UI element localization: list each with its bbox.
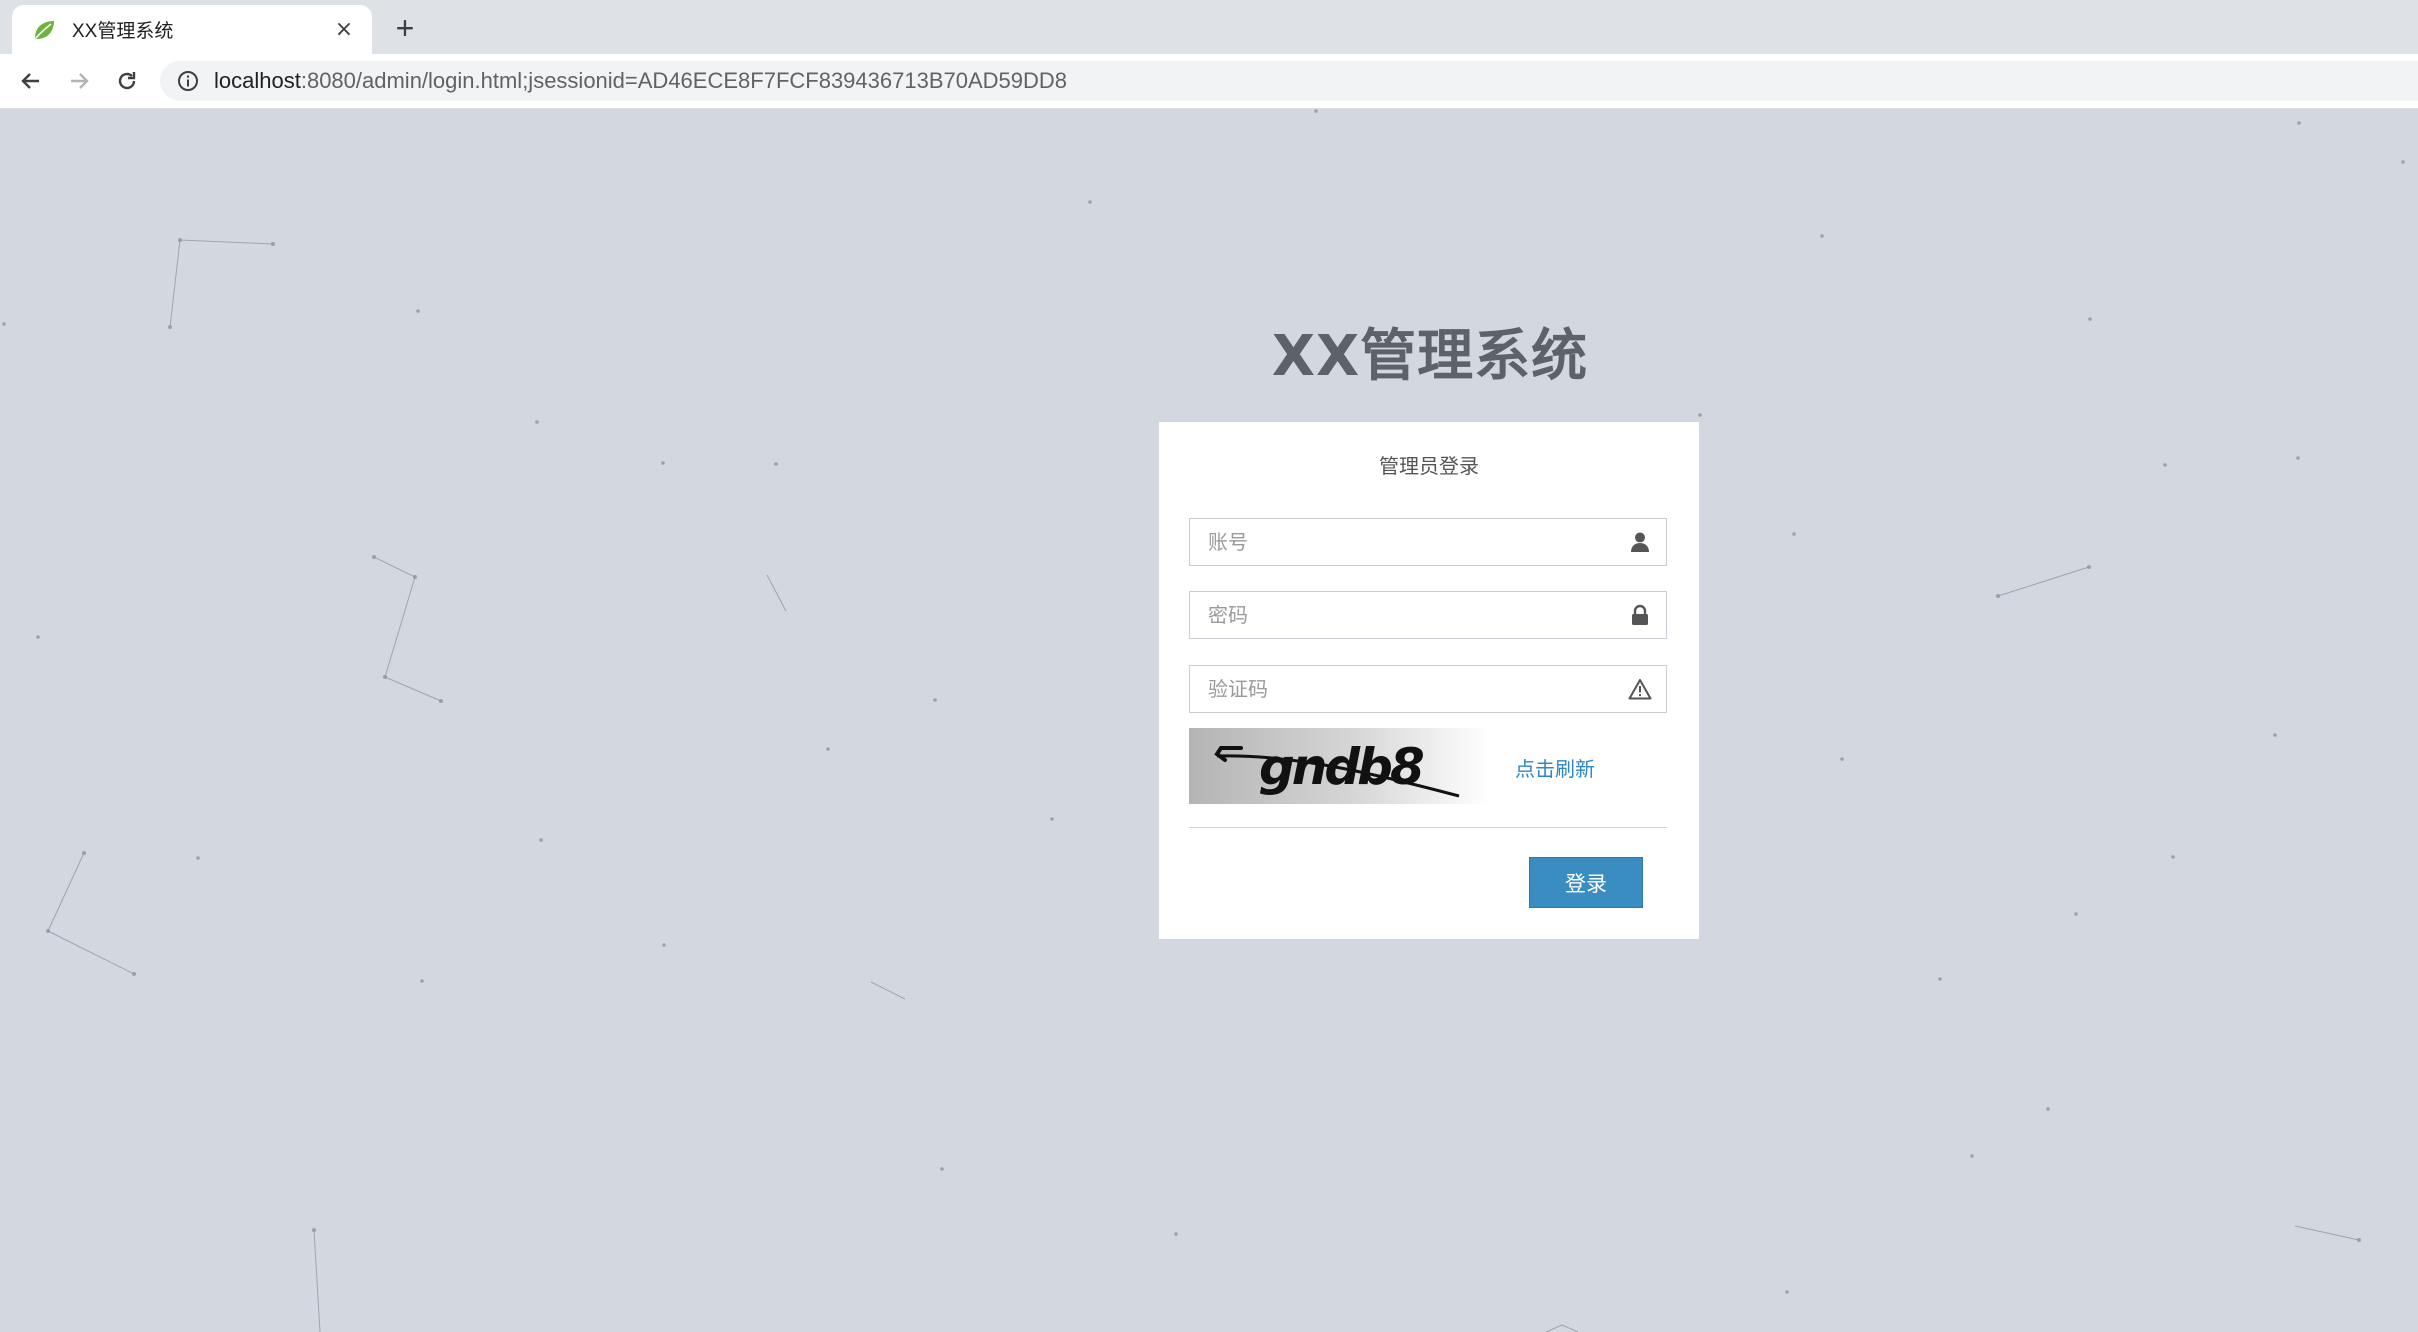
url-path: :8080/admin/login.html;jsessionid=AD46EC… bbox=[300, 68, 1068, 93]
back-arrow-icon[interactable] bbox=[14, 64, 48, 98]
refresh-captcha-link[interactable]: 点击刷新 bbox=[1515, 753, 1595, 782]
password-input[interactable] bbox=[1190, 592, 1614, 638]
captcha-image[interactable]: gndb8 bbox=[1189, 728, 1489, 804]
captcha-input[interactable] bbox=[1190, 666, 1614, 712]
username-field bbox=[1189, 518, 1667, 566]
forward-arrow-icon[interactable] bbox=[62, 64, 96, 98]
browser-tabstrip: XX管理系统 × + bbox=[0, 0, 2418, 54]
card-divider bbox=[1189, 827, 1667, 828]
login-button[interactable]: 登录 bbox=[1529, 857, 1643, 908]
login-card: 管理员登录 账号 验证码 gndb8 点击刷新 登录 bbox=[1159, 422, 1699, 939]
captcha-field bbox=[1189, 665, 1667, 713]
browser-toolbar: localhost:8080/admin/login.html;jsession… bbox=[0, 54, 2418, 109]
system-title: XX管理系统 bbox=[1271, 324, 1589, 389]
new-tab-button[interactable]: + bbox=[388, 10, 422, 46]
url-host: localhost bbox=[214, 68, 301, 93]
password-field bbox=[1189, 591, 1667, 639]
close-icon[interactable]: × bbox=[330, 15, 358, 43]
warning-icon bbox=[1614, 667, 1666, 711]
url-text: localhost:8080/admin/login.html;jsession… bbox=[214, 68, 1067, 94]
info-icon[interactable] bbox=[176, 69, 200, 93]
leaf-icon bbox=[30, 16, 58, 44]
username-input[interactable] bbox=[1190, 519, 1614, 565]
login-page: XX管理系统 管理员登录 账号 验证码 gndb8 点击刷新 登录 bbox=[0, 109, 2418, 1332]
lock-icon bbox=[1614, 593, 1666, 637]
reload-icon[interactable] bbox=[110, 64, 144, 98]
browser-tab[interactable]: XX管理系统 × bbox=[12, 5, 372, 54]
address-bar[interactable]: localhost:8080/admin/login.html;jsession… bbox=[160, 61, 2418, 101]
tab-title: XX管理系统 bbox=[72, 21, 174, 42]
login-card-title: 管理员登录 bbox=[1379, 454, 1479, 478]
user-icon bbox=[1614, 520, 1666, 564]
